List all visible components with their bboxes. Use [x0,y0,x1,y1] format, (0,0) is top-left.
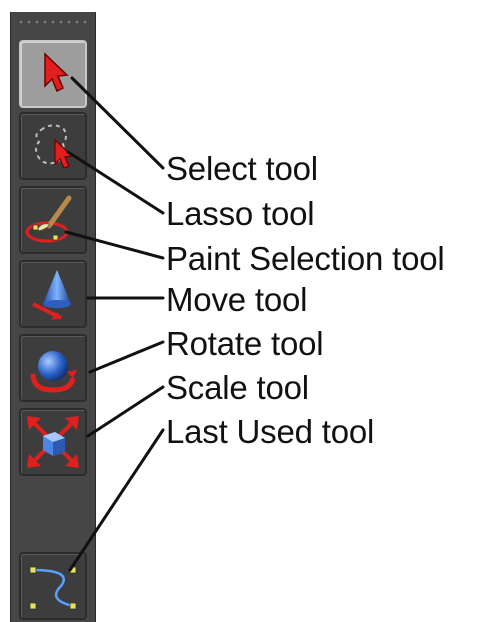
paint-selection-tool-label: Paint Selection tool [166,240,445,277]
scale-tool-label: Scale tool [166,369,309,406]
last-used-tool-button[interactable] [19,552,87,620]
move-tool-label: Move tool [166,281,308,318]
lasso-tool-label: Lasso tool [166,195,315,232]
paint-selection-tool-button[interactable] [19,186,87,254]
move-icon [32,270,71,320]
select-tool-button[interactable] [19,40,87,108]
rotate-tool-leader-line [88,340,165,374]
rotate-tool-label: Rotate tool [166,325,324,362]
scale-tool-button[interactable] [19,408,87,476]
select-tool-label: Select tool [166,150,318,187]
rotate-tool-button[interactable] [19,334,87,402]
tool-box-panel [10,12,96,622]
select-arrow-icon [44,52,69,93]
rotate-icon [30,351,77,393]
scale-icon [27,416,79,468]
move-tool-button[interactable] [19,260,87,328]
toolbox-grip-handle[interactable] [17,18,89,28]
lasso-icon [35,124,74,169]
scale-tool-leader-line [86,385,165,438]
lasso-tool-button[interactable] [19,112,87,180]
curve-tool-icon [29,566,77,610]
last-used-tool-label: Last Used tool [166,413,375,450]
paint-selection-icon [25,195,72,243]
